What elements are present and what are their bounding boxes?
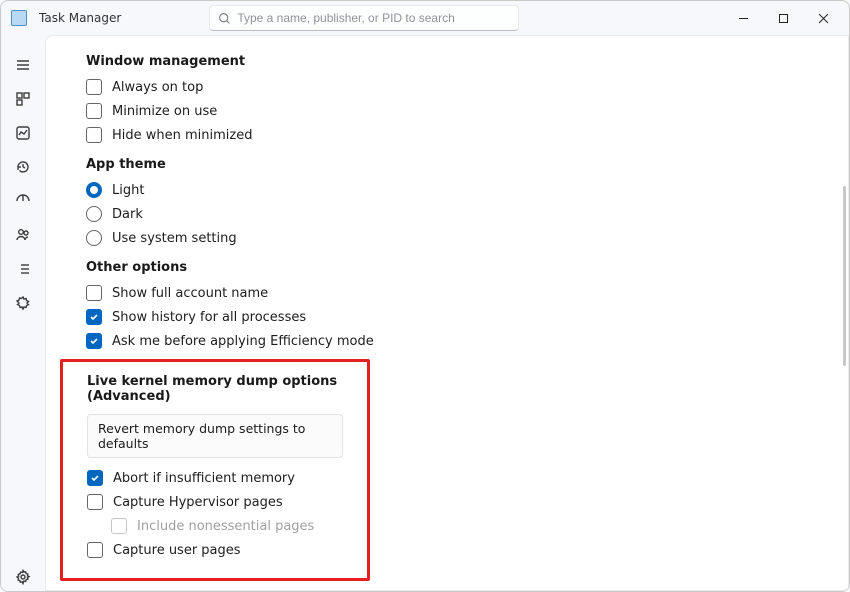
- details-icon[interactable]: [15, 261, 31, 277]
- option-label: Dark: [112, 207, 143, 222]
- option-label: Abort if insufficient memory: [113, 471, 295, 486]
- services-icon[interactable]: [15, 295, 31, 311]
- hide-when-minimized-option[interactable]: Hide when minimized: [86, 127, 808, 143]
- checkbox-icon: [87, 494, 103, 510]
- checkbox-icon: [86, 103, 102, 119]
- option-label: Show full account name: [112, 286, 268, 301]
- checkbox-icon: [86, 333, 102, 349]
- app-theme-heading: App theme: [86, 157, 808, 172]
- app-title: Task Manager: [39, 11, 121, 25]
- theme-dark-option[interactable]: Dark: [86, 206, 808, 222]
- settings-icon[interactable]: [15, 569, 31, 585]
- radio-icon: [86, 230, 102, 246]
- search-box[interactable]: [209, 5, 519, 31]
- radio-icon: [86, 182, 102, 198]
- titlebar: Task Manager: [1, 1, 849, 35]
- option-label: Capture user pages: [113, 543, 241, 558]
- processes-icon[interactable]: [15, 91, 31, 107]
- theme-system-option[interactable]: Use system setting: [86, 230, 808, 246]
- checkbox-icon: [86, 79, 102, 95]
- option-label: Show history for all processes: [112, 310, 306, 325]
- option-label: Ask me before applying Efficiency mode: [112, 334, 374, 349]
- users-icon[interactable]: [15, 227, 31, 243]
- kernel-dump-highlight: Live kernel memory dump options (Advance…: [60, 359, 370, 581]
- option-label: Minimize on use: [112, 104, 217, 119]
- option-label: Capture Hypervisor pages: [113, 495, 283, 510]
- history-all-processes-option[interactable]: Show history for all processes: [86, 309, 808, 325]
- checkbox-icon: [87, 542, 103, 558]
- minimize-button[interactable]: [723, 3, 763, 33]
- theme-light-option[interactable]: Light: [86, 182, 808, 198]
- maximize-button[interactable]: [763, 3, 803, 33]
- capture-user-pages-option[interactable]: Capture user pages: [87, 542, 343, 558]
- revert-defaults-button[interactable]: Revert memory dump settings to defaults: [87, 414, 343, 458]
- hamburger-icon[interactable]: [15, 57, 31, 73]
- option-label: Include nonessential pages: [137, 519, 314, 534]
- checkbox-icon: [86, 127, 102, 143]
- option-label: Light: [112, 183, 144, 198]
- full-account-name-option[interactable]: Show full account name: [86, 285, 808, 301]
- app-icon: [11, 10, 27, 26]
- window-controls: [723, 3, 843, 33]
- radio-icon: [86, 206, 102, 222]
- ask-efficiency-option[interactable]: Ask me before applying Efficiency mode: [86, 333, 808, 349]
- minimize-on-use-option[interactable]: Minimize on use: [86, 103, 808, 119]
- scrollbar[interactable]: [843, 186, 846, 366]
- kernel-dump-heading: Live kernel memory dump options (Advance…: [87, 374, 343, 404]
- search-input[interactable]: [237, 11, 510, 25]
- always-on-top-option[interactable]: Always on top: [86, 79, 808, 95]
- app-history-icon[interactable]: [15, 159, 31, 175]
- sidebar: [1, 35, 45, 591]
- option-label: Use system setting: [112, 231, 237, 246]
- include-nonessential-option: Include nonessential pages: [111, 518, 343, 534]
- option-label: Hide when minimized: [112, 128, 253, 143]
- search-icon: [218, 12, 231, 25]
- window-management-heading: Window management: [86, 54, 808, 69]
- close-button[interactable]: [803, 3, 843, 33]
- option-label: Always on top: [112, 80, 203, 95]
- capture-hypervisor-option[interactable]: Capture Hypervisor pages: [87, 494, 343, 510]
- checkbox-icon: [86, 285, 102, 301]
- performance-icon[interactable]: [15, 125, 31, 141]
- task-manager-window: Task Manager: [0, 0, 850, 592]
- other-options-heading: Other options: [86, 260, 808, 275]
- checkbox-icon: [87, 470, 103, 486]
- checkbox-icon: [111, 518, 127, 534]
- abort-insufficient-memory-option[interactable]: Abort if insufficient memory: [87, 470, 343, 486]
- startup-apps-icon[interactable]: [15, 193, 31, 209]
- checkbox-icon: [86, 309, 102, 325]
- content-area: Window management Always on top Minimize…: [45, 35, 849, 591]
